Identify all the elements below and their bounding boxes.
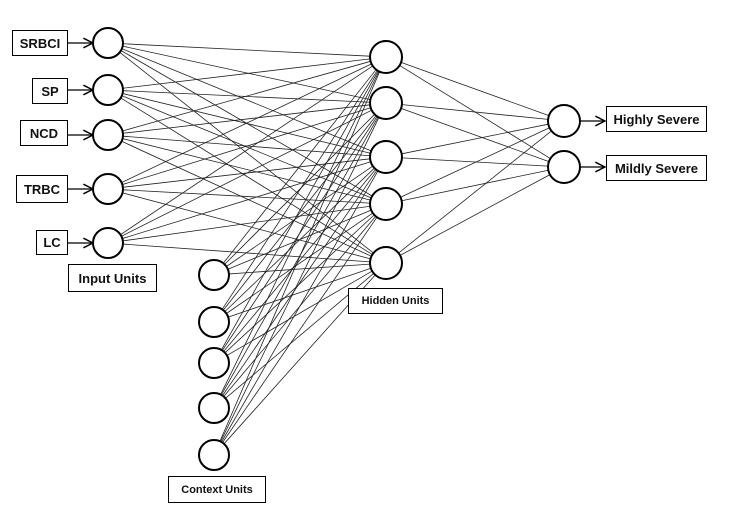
input-node bbox=[92, 227, 124, 259]
context-hidden-edge bbox=[226, 165, 374, 267]
input-hidden-edge bbox=[121, 48, 372, 152]
context-hidden-edge bbox=[222, 216, 378, 443]
input-hidden-edge bbox=[122, 60, 371, 132]
context-hidden-edge bbox=[228, 263, 371, 275]
input-node bbox=[92, 74, 124, 106]
input-label-trbc: TRBC bbox=[16, 175, 68, 203]
input-node bbox=[92, 119, 124, 151]
hidden-output-edge bbox=[401, 157, 549, 167]
input-label-ncd: NCD bbox=[20, 120, 68, 146]
input-label-lc: LC bbox=[36, 230, 68, 255]
hidden-output-edge bbox=[400, 108, 550, 162]
input-hidden-edge bbox=[122, 138, 371, 201]
hidden-units-label: Hidden Units bbox=[348, 288, 443, 314]
hidden-node bbox=[369, 40, 403, 74]
hidden-output-edge bbox=[398, 130, 552, 254]
context-hidden-edge bbox=[219, 71, 381, 442]
hidden-node bbox=[369, 86, 403, 120]
output-node bbox=[547, 150, 581, 184]
context-node bbox=[198, 306, 230, 338]
hidden-node bbox=[369, 246, 403, 280]
context-hidden-edge bbox=[224, 214, 375, 354]
input-hidden-edge bbox=[120, 65, 373, 235]
output-node bbox=[547, 104, 581, 138]
hidden-output-edge bbox=[401, 104, 549, 120]
input-label-srbci: SRBCI bbox=[12, 30, 68, 56]
context-node bbox=[198, 439, 230, 471]
input-node bbox=[92, 173, 124, 205]
input-node bbox=[92, 27, 124, 59]
input-units-label: Input Units bbox=[68, 264, 157, 292]
hidden-output-edge bbox=[400, 62, 550, 116]
hidden-node bbox=[369, 187, 403, 221]
context-node bbox=[198, 347, 230, 379]
network-graph bbox=[68, 27, 729, 471]
output-label-highly-severe: Highly Severe bbox=[606, 106, 707, 132]
context-hidden-edge bbox=[222, 169, 378, 396]
elman-network-diagram: SRBCI SP NCD TRBC LC Input Units Hidden … bbox=[0, 0, 729, 506]
hidden-node bbox=[369, 140, 403, 174]
context-hidden-edge bbox=[222, 115, 377, 311]
context-node bbox=[198, 392, 230, 424]
context-units-label: Context Units bbox=[168, 476, 266, 503]
output-label-mildly-severe: Mildly Severe bbox=[606, 155, 707, 181]
hidden-output-edge bbox=[401, 169, 549, 202]
input-hidden-edge bbox=[121, 140, 372, 257]
input-label-sp: SP bbox=[32, 78, 68, 104]
context-node bbox=[198, 259, 230, 291]
